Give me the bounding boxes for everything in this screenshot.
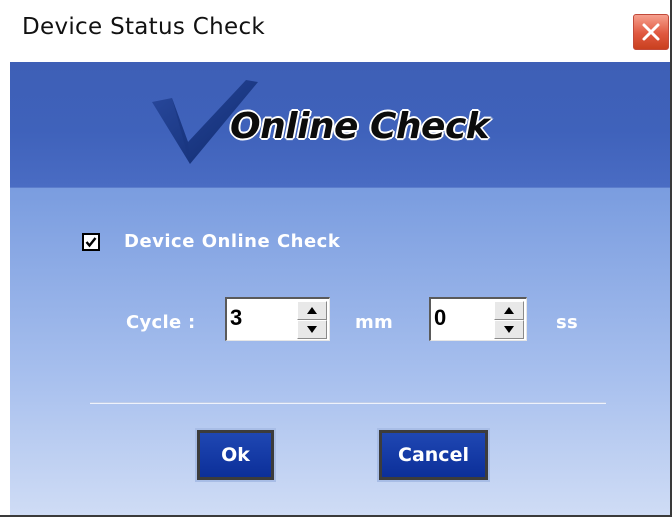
seconds-unit-label: ss bbox=[556, 312, 579, 333]
minutes-up-button[interactable] bbox=[297, 301, 327, 320]
seconds-spinbox[interactable]: 0 bbox=[429, 297, 527, 341]
spin-up-arrow-icon bbox=[307, 307, 317, 314]
minutes-unit-label: mm bbox=[355, 312, 394, 333]
device-online-check-label[interactable]: Device Online Check bbox=[124, 231, 340, 252]
cancel-button[interactable]: Cancel bbox=[377, 428, 490, 482]
seconds-up-button[interactable] bbox=[494, 301, 524, 320]
minutes-down-button[interactable] bbox=[297, 320, 327, 339]
device-status-check-dialog: Device Status Check Online Check Device … bbox=[0, 0, 672, 517]
ok-button[interactable]: Ok bbox=[195, 428, 276, 482]
minutes-spinbox[interactable]: 3 bbox=[225, 297, 330, 341]
seconds-down-button[interactable] bbox=[494, 320, 524, 339]
spin-down-arrow-icon bbox=[504, 326, 514, 333]
spin-up-arrow-icon bbox=[504, 307, 514, 314]
cycle-label: Cycle : bbox=[126, 312, 196, 333]
minutes-value[interactable]: 3 bbox=[230, 305, 242, 331]
minutes-spin-buttons bbox=[297, 301, 327, 339]
close-icon bbox=[642, 23, 660, 41]
device-online-checkbox[interactable] bbox=[82, 233, 100, 251]
dialog-body: Online Check Device Online Check Cycle :… bbox=[10, 62, 670, 515]
window-title: Device Status Check bbox=[22, 14, 266, 40]
header-banner: Online Check bbox=[10, 62, 670, 188]
checkmark-icon bbox=[85, 237, 97, 248]
close-button[interactable] bbox=[633, 14, 669, 50]
seconds-value[interactable]: 0 bbox=[434, 305, 446, 331]
title-bar: Device Status Check bbox=[0, 0, 670, 62]
seconds-spin-buttons bbox=[494, 301, 524, 339]
spin-down-arrow-icon bbox=[307, 326, 317, 333]
banner-title: Online Check bbox=[230, 106, 490, 147]
divider bbox=[90, 402, 606, 404]
